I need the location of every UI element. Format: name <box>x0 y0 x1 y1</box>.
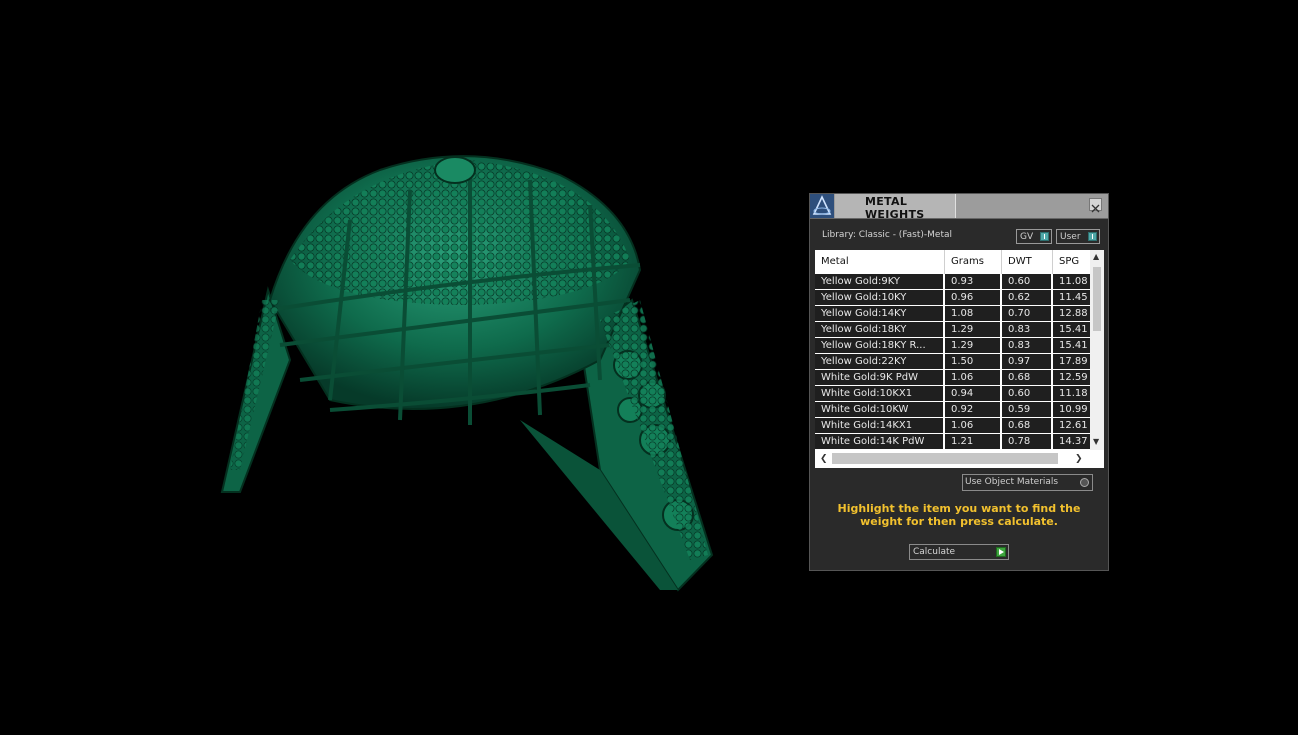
cell-dwt: 0.83 <box>1002 322 1051 337</box>
close-button[interactable] <box>1089 198 1102 213</box>
cell-spg: 15.41 <box>1053 322 1090 337</box>
instruction-text: Highlight the item you want to find the … <box>837 502 1081 528</box>
column-header-dwt[interactable]: DWT <box>1002 250 1053 274</box>
cell-grams: 0.92 <box>945 402 1000 417</box>
cell-grams: 1.50 <box>945 354 1000 369</box>
cell-grams: 1.08 <box>945 306 1000 321</box>
cell-metal: Yellow Gold:14KY <box>815 306 943 321</box>
cell-grams: 1.06 <box>945 418 1000 433</box>
table-row[interactable]: White Gold:10KX1 0.94 0.60 11.18 <box>815 386 1090 402</box>
table-row[interactable]: White Gold:14K PdW 1.21 0.78 14.37 <box>815 434 1090 450</box>
cell-grams: 1.21 <box>945 434 1000 449</box>
gv-toggle[interactable]: GV <box>1016 229 1052 244</box>
cell-metal: White Gold:10KX1 <box>815 386 943 401</box>
calculate-label: Calculate <box>913 547 956 557</box>
cell-grams: 0.96 <box>945 290 1000 305</box>
cell-spg: 11.08 <box>1053 274 1090 289</box>
3d-viewport[interactable] <box>0 0 780 735</box>
cell-metal: Yellow Gold:22KY <box>815 354 943 369</box>
horizontal-scroll-thumb[interactable] <box>832 453 1058 464</box>
close-icon <box>1091 204 1100 213</box>
cell-spg: 12.88 <box>1053 306 1090 321</box>
cell-spg: 17.89 <box>1053 354 1090 369</box>
cell-spg: 14.37 <box>1053 434 1090 449</box>
vertical-scrollbar[interactable]: ▲ ▼ <box>1090 250 1104 450</box>
cell-spg: 12.61 <box>1053 418 1090 433</box>
cell-grams: 1.06 <box>945 370 1000 385</box>
table-row[interactable]: Yellow Gold:18KY 1.29 0.83 15.41 <box>815 322 1090 338</box>
cell-dwt: 0.59 <box>1002 402 1051 417</box>
radio-icon[interactable] <box>1080 478 1089 487</box>
library-label: Library: Classic - (Fast)-Metal <box>822 230 953 240</box>
cell-spg: 15.41 <box>1053 338 1090 353</box>
cell-dwt: 0.78 <box>1002 434 1051 449</box>
panel-titlebar[interactable]: METAL WEIGHTS <box>810 194 1108 221</box>
cell-dwt: 0.68 <box>1002 418 1051 433</box>
cell-dwt: 0.70 <box>1002 306 1051 321</box>
column-header-grams[interactable]: Grams <box>945 250 1002 274</box>
scroll-left-icon[interactable]: ❮ <box>820 454 828 464</box>
toggle-knob-icon <box>1088 232 1097 241</box>
panel-title: METAL WEIGHTS <box>865 195 925 221</box>
cell-grams: 0.94 <box>945 386 1000 401</box>
calculate-button[interactable]: Calculate <box>909 544 1009 560</box>
cell-metal: Yellow Gold:9KY <box>815 274 943 289</box>
horizontal-scrollbar[interactable]: ❮ ❯ <box>815 450 1104 468</box>
column-header-metal[interactable]: Metal <box>815 250 945 274</box>
cell-dwt: 0.83 <box>1002 338 1051 353</box>
metal-weights-table: Metal Grams DWT SPG Yellow Gold:9KY 0.93… <box>815 250 1104 468</box>
cell-metal: Yellow Gold:18KY <box>815 322 943 337</box>
play-icon <box>996 547 1006 557</box>
user-toggle[interactable]: User <box>1056 229 1100 244</box>
cell-dwt: 0.60 <box>1002 386 1051 401</box>
panel-title-tab: METAL WEIGHTS <box>835 194 956 221</box>
table-body: Yellow Gold:9KY 0.93 0.60 11.08 Yellow G… <box>815 274 1090 450</box>
cell-dwt: 0.68 <box>1002 370 1051 385</box>
toggle-knob-icon <box>1040 232 1049 241</box>
table-row[interactable]: Yellow Gold:22KY 1.50 0.97 17.89 <box>815 354 1090 370</box>
cell-spg: 12.59 <box>1053 370 1090 385</box>
vertical-scroll-thumb[interactable] <box>1093 267 1101 331</box>
use-object-materials-label: Use Object Materials <box>965 477 1059 487</box>
table-row[interactable]: Yellow Gold:9KY 0.93 0.60 11.08 <box>815 274 1090 290</box>
gv-toggle-label: GV <box>1020 232 1034 242</box>
table-row[interactable]: White Gold:9K PdW 1.06 0.68 12.59 <box>815 370 1090 386</box>
cell-spg: 11.18 <box>1053 386 1090 401</box>
table-row[interactable]: Yellow Gold:10KY 0.96 0.62 11.45 <box>815 290 1090 306</box>
cell-dwt: 0.62 <box>1002 290 1051 305</box>
cell-grams: 1.29 <box>945 322 1000 337</box>
user-toggle-label: User <box>1060 232 1081 242</box>
cell-metal: White Gold:14KX1 <box>815 418 943 433</box>
cell-metal: White Gold:9K PdW <box>815 370 943 385</box>
ring-model-render <box>220 155 714 592</box>
cell-metal: Yellow Gold:10KY <box>815 290 943 305</box>
cell-metal: White Gold:14K PdW <box>815 434 943 449</box>
cell-spg: 11.45 <box>1053 290 1090 305</box>
cell-dwt: 0.97 <box>1002 354 1051 369</box>
scroll-up-icon[interactable]: ▲ <box>1093 252 1099 261</box>
scroll-down-icon[interactable]: ▼ <box>1093 437 1099 446</box>
cell-metal: White Gold:10KW <box>815 402 943 417</box>
scroll-right-icon[interactable]: ❯ <box>1075 454 1083 464</box>
table-row[interactable]: White Gold:10KW 0.92 0.59 10.99 <box>815 402 1090 418</box>
table-row[interactable]: Yellow Gold:18KY R... 1.29 0.83 15.41 <box>815 338 1090 354</box>
table-row[interactable]: Yellow Gold:14KY 1.08 0.70 12.88 <box>815 306 1090 322</box>
cell-grams: 0.93 <box>945 274 1000 289</box>
metal-weights-panel: METAL WEIGHTS Library: Classic - (Fast)-… <box>809 193 1109 571</box>
use-object-materials-option[interactable]: Use Object Materials <box>962 474 1093 491</box>
table-header: Metal Grams DWT SPG <box>815 250 1090 274</box>
cell-dwt: 0.60 <box>1002 274 1051 289</box>
cell-metal: Yellow Gold:18KY R... <box>815 338 943 353</box>
app-logo-icon <box>810 194 834 218</box>
column-header-spg[interactable]: SPG <box>1053 250 1090 274</box>
table-row[interactable]: White Gold:14KX1 1.06 0.68 12.61 <box>815 418 1090 434</box>
cell-spg: 10.99 <box>1053 402 1090 417</box>
cell-grams: 1.29 <box>945 338 1000 353</box>
